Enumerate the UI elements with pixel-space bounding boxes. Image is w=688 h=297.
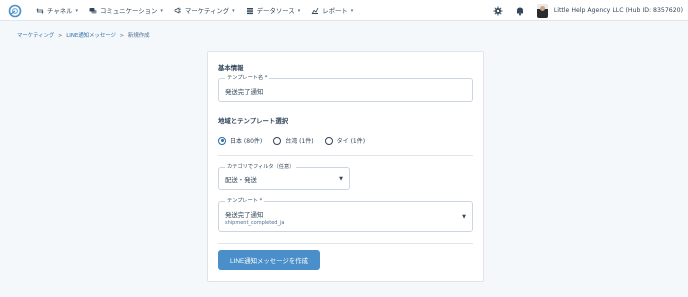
megaphone-icon (174, 6, 182, 15)
database-icon (246, 7, 254, 15)
radio-unchecked-icon (324, 136, 333, 145)
avatar[interactable] (536, 3, 548, 18)
nav-item-label: チャネル (47, 7, 73, 15)
nav-item-datasource[interactable]: データソース ▾ (246, 6, 301, 15)
nav-item-channel[interactable]: チャネル ▾ (36, 6, 78, 15)
radio-checked-icon (218, 136, 226, 145)
report-icon (311, 7, 319, 15)
radio-taiwan[interactable]: 台湾 (1件) (273, 136, 314, 145)
chevron-down-icon: ▾ (75, 7, 79, 14)
top-nav: チャネル ▾ コミュニケーション ▾ マーケティング ▾ データソース ▾ レポ… (0, 0, 688, 21)
chevron-down-icon: ▾ (160, 7, 163, 14)
radio-label: タイ (1件) (336, 138, 366, 145)
header-actions: Little Help Agency LLC (Hub ID: 8357620) (493, 0, 688, 21)
breadcrumb-separator: > (58, 33, 63, 39)
radio-japan[interactable]: 日本 (80件) (218, 136, 262, 145)
nav-item-label: マーケティング (184, 7, 230, 15)
caret-down-icon: ▼ (339, 176, 343, 182)
category-filter-label: カテゴリでフィルタ（任意） (225, 164, 297, 171)
template-name-value: 発送完了通知 (225, 88, 264, 96)
breadcrumb-link-marketing[interactable]: マーケティング (17, 33, 54, 39)
section-title-region: 地域とテンプレート選択 (218, 117, 289, 125)
nav-item-marketing[interactable]: マーケティング ▾ (174, 6, 235, 15)
template-name-label: テンプレート名 * (225, 75, 270, 82)
template-name-field[interactable]: テンプレート名 * 発送完了通知 (218, 75, 473, 102)
category-filter-value: 配送・発送 (225, 176, 257, 184)
nav-menu: チャネル ▾ コミュニケーション ▾ マーケティング ▾ データソース ▾ レポ… (36, 0, 364, 21)
chevron-down-icon: ▾ (232, 7, 235, 14)
form-card: 基本情報 テンプレート名 * 発送完了通知 地域とテンプレート選択 日本 (80… (207, 51, 484, 282)
radio-label: 日本 (80件) (230, 138, 263, 145)
category-filter-select[interactable]: カテゴリでフィルタ（任意） 配送・発送 ▼ (218, 164, 350, 190)
breadcrumb: マーケティング > LINE通知メッセージ > 新規作成 (17, 31, 150, 39)
bell-icon[interactable] (515, 6, 525, 16)
template-select-label: テンプレート * (225, 198, 265, 205)
section-title-basic: 基本情報 (218, 64, 244, 72)
divider (218, 243, 473, 244)
template-select[interactable]: テンプレート * 発送完了通知 shipment_completed_ja ▼ (218, 198, 473, 232)
nav-item-label: データソース (256, 7, 295, 15)
chat-icon (89, 7, 97, 15)
create-line-message-button[interactable]: LINE通知メッセージを作成 (218, 250, 320, 270)
breadcrumb-current: 新規作成 (127, 33, 150, 39)
caret-down-icon: ▼ (462, 214, 466, 220)
chevron-down-icon: ▾ (350, 7, 354, 14)
nav-item-label: コミュニケーション (100, 7, 158, 15)
template-select-value: 発送完了通知 (225, 211, 264, 219)
nav-item-communication[interactable]: コミュニケーション ▾ (89, 6, 163, 15)
breadcrumb-link-line[interactable]: LINE通知メッセージ (66, 33, 116, 39)
chevron-down-icon: ▾ (297, 7, 301, 14)
channel-icon (36, 7, 44, 15)
template-select-code: shipment_completed_ja (225, 220, 285, 226)
app-logo-icon[interactable] (8, 3, 22, 18)
divider (218, 155, 473, 156)
breadcrumb-separator: > (119, 33, 125, 39)
region-radio-group: 日本 (80件) 台湾 (1件) タイ (1件) (218, 136, 376, 145)
radio-label: 台湾 (1件) (285, 138, 314, 145)
nav-item-label: レポート (322, 7, 348, 15)
radio-thailand[interactable]: タイ (1件) (324, 136, 366, 145)
nav-item-report[interactable]: レポート ▾ (311, 6, 353, 15)
account-name[interactable]: Little Help Agency LLC (Hub ID: 8357620) (554, 7, 683, 14)
radio-unchecked-icon (273, 136, 282, 145)
gear-icon[interactable] (493, 6, 503, 16)
